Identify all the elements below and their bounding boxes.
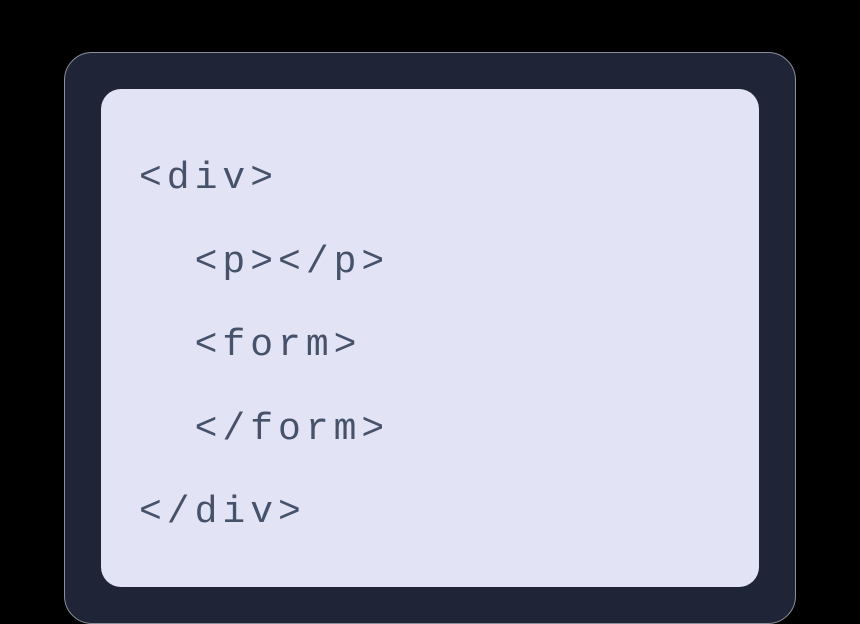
code-block: <div> <p></p> <form> </form> </div>: [101, 89, 759, 587]
code-line-4: </form>: [139, 388, 721, 472]
code-line-5: </div>: [139, 471, 721, 555]
code-line-3: <form>: [139, 304, 721, 388]
code-line-2: <p></p>: [139, 221, 721, 305]
code-frame: <div> <p></p> <form> </form> </div>: [64, 52, 796, 624]
code-line-1: <div>: [139, 137, 721, 221]
